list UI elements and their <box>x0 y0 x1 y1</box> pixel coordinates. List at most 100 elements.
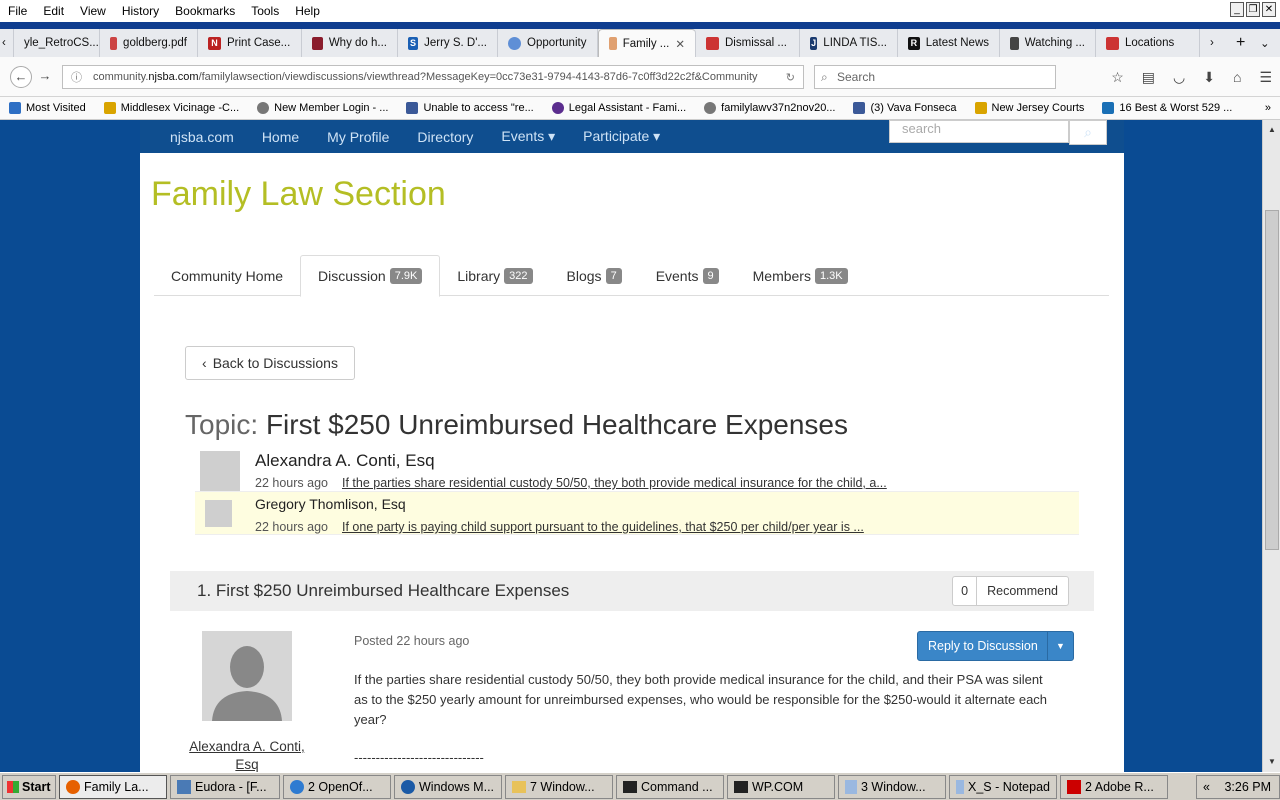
bookmark-item[interactable]: (3) Vava Fonseca <box>844 102 965 114</box>
browser-tab[interactable]: N Print Case... <box>198 29 302 57</box>
tab-scroll-left-icon[interactable]: ‹ <box>0 29 14 57</box>
menu-edit[interactable]: Edit <box>35 4 72 18</box>
tab-close-icon[interactable]: ✕ <box>675 37 685 51</box>
browser-tab[interactable]: J LINDA TIS... <box>800 29 898 57</box>
site-search-button[interactable]: ⌕ <box>1069 120 1107 145</box>
browser-tab[interactable]: Dismissal ... <box>696 29 800 57</box>
info-icon[interactable]: ⓘ <box>71 69 82 85</box>
browser-tab[interactable]: Why do h... <box>302 29 398 57</box>
taskbar-item[interactable]: Family La... <box>59 774 167 799</box>
tab-scroll-right-icon[interactable]: › <box>1200 29 1226 57</box>
thread-item[interactable]: Gregory Thomlison, Esq 22 hours ago If o… <box>195 491 1079 535</box>
tab-blogs[interactable]: Blogs 7 <box>550 255 639 296</box>
tab-members[interactable]: Members 1.3K <box>736 255 865 296</box>
bookmark-item[interactable]: Legal Assistant - Fami... <box>543 102 695 114</box>
taskbar-item[interactable]: X_S - Notepad <box>949 774 1057 799</box>
site-search-input[interactable]: search <box>889 120 1069 143</box>
caret-down-icon[interactable]: ▼ <box>1047 632 1073 660</box>
taskbar-item[interactable]: Eudora - [F... <box>170 774 280 799</box>
nav-events[interactable]: Events ▾ <box>487 128 569 145</box>
nav-home[interactable]: Home <box>248 129 313 145</box>
start-button[interactable]: Start <box>2 774 56 799</box>
browser-tab[interactable]: goldberg.pdf <box>100 29 198 57</box>
url-bar[interactable]: ⓘ community. njsba.com/familylawsection/v… <box>62 65 804 89</box>
nav-njsba[interactable]: njsba.com <box>140 129 248 145</box>
tab-library[interactable]: Library 322 <box>440 255 549 296</box>
tray-expand-icon[interactable]: « <box>1197 780 1210 794</box>
thread-snippet-link[interactable]: If one party is paying child support pur… <box>342 520 864 534</box>
thread-author[interactable]: Alexandra A. Conti, Esq <box>255 451 435 471</box>
tab-discussion[interactable]: Discussion 7.9K <box>300 255 441 297</box>
taskbar-item[interactable]: Windows M... <box>394 774 502 799</box>
menu-help[interactable]: Help <box>287 4 328 18</box>
bookmark-item[interactable]: New Member Login - ... <box>248 102 397 114</box>
pocket-icon[interactable]: ◡ <box>1173 69 1185 86</box>
close-icon[interactable]: ✕ <box>1262 2 1276 17</box>
avatar[interactable] <box>202 631 292 721</box>
menu-file[interactable]: File <box>0 4 35 18</box>
avatar[interactable] <box>200 451 240 491</box>
thread-snippet-link[interactable]: If the parties share residential custody… <box>342 476 887 490</box>
reading-list-icon[interactable]: ▤ <box>1142 69 1155 86</box>
bookmark-item[interactable]: Most Visited <box>0 102 95 114</box>
hamburger-menu-icon[interactable]: ☰ <box>1259 69 1272 86</box>
home-icon[interactable]: ⌂ <box>1233 69 1241 86</box>
menu-view[interactable]: View <box>72 4 114 18</box>
taskbar-item[interactable]: 3 Window... <box>838 774 946 799</box>
browser-search-input[interactable]: ⌕ Search <box>814 65 1056 89</box>
system-clock[interactable]: « 3:26 PM <box>1196 774 1280 799</box>
menu-tools[interactable]: Tools <box>243 4 287 18</box>
bookmark-star-icon[interactable]: ☆ <box>1111 69 1124 86</box>
bookmark-item[interactable]: Unable to access "re... <box>397 102 542 114</box>
bookmark-item[interactable]: New Jersey Courts <box>966 102 1094 114</box>
download-icon[interactable]: ⬇ <box>1203 69 1215 86</box>
start-label: Start <box>22 779 51 794</box>
avatar[interactable] <box>205 500 232 527</box>
bookmark-label: New Member Login - ... <box>274 102 389 114</box>
browser-tab[interactable]: yle_RetroCS... <box>14 29 100 57</box>
new-tab-icon[interactable]: + <box>1226 29 1250 57</box>
nav-my-profile[interactable]: My Profile <box>313 129 403 145</box>
tab-events[interactable]: Events 9 <box>639 255 736 296</box>
tab-label: yle_RetroCS... <box>24 37 99 49</box>
bookmark-item[interactable]: Middlesex Vicinage -C... <box>95 102 248 114</box>
thread-item[interactable]: Alexandra A. Conti, Esq 22 hours ago If … <box>195 447 1079 491</box>
bookmark-item[interactable]: familylawv37n2nov20... <box>695 102 844 114</box>
recommend-count: 0 <box>953 577 978 605</box>
thread-author[interactable]: Gregory Thomlison, Esq <box>255 496 406 512</box>
taskbar-item[interactable]: WP.COM <box>727 774 835 799</box>
back-arrow-icon[interactable]: ← <box>10 65 32 88</box>
message-author-link[interactable]: Alexandra A. Conti, Esq <box>180 738 314 772</box>
recommend-button[interactable]: Recommend <box>977 577 1068 605</box>
taskbar-item[interactable]: Command ... <box>616 774 724 799</box>
browser-tab[interactable]: S Jerry S. D'... <box>398 29 498 57</box>
taskbar-item[interactable]: 2 Adobe R... <box>1060 774 1168 799</box>
bookmark-item[interactable]: 16 Best & Worst 529 ... <box>1093 102 1241 114</box>
tab-list-icon[interactable]: ⌄ <box>1250 29 1270 57</box>
site-icon: J <box>810 36 818 50</box>
nav-participate[interactable]: Participate ▾ <box>569 128 674 145</box>
taskbar-item[interactable]: 2 OpenOf... <box>283 774 391 799</box>
browser-tab[interactable]: Locations <box>1096 29 1200 57</box>
menu-bookmarks[interactable]: Bookmarks <box>167 4 243 18</box>
scroll-thumb[interactable] <box>1265 210 1279 550</box>
scroll-up-icon[interactable]: ▲ <box>1263 122 1280 138</box>
browser-tab[interactable]: Watching ... <box>1000 29 1096 57</box>
nav-directory[interactable]: Directory <box>403 129 487 145</box>
forward-arrow-icon[interactable]: → <box>34 66 56 88</box>
menu-history[interactable]: History <box>114 4 167 18</box>
bookmarks-overflow-icon[interactable]: » <box>1256 102 1280 114</box>
back-to-discussions-button[interactable]: ‹ Back to Discussions <box>185 346 355 380</box>
browser-tab[interactable]: Opportunity <box>498 29 598 57</box>
reply-to-discussion-button[interactable]: Reply to Discussion ▼ <box>917 631 1074 661</box>
openoffice-icon <box>290 779 304 794</box>
taskbar-item[interactable]: 7 Window... <box>505 774 613 799</box>
reload-icon[interactable]: ↻ <box>786 71 795 84</box>
browser-tab-active[interactable]: Family ... ✕ <box>598 29 696 57</box>
browser-tab[interactable]: R Latest News <box>898 29 1000 57</box>
restore-icon[interactable]: ❐ <box>1246 2 1260 17</box>
tab-community-home[interactable]: Community Home <box>154 255 300 296</box>
minimize-icon[interactable]: _ <box>1230 2 1244 17</box>
vertical-scrollbar[interactable]: ▲ ▼ <box>1262 120 1280 772</box>
scroll-down-icon[interactable]: ▼ <box>1263 754 1280 770</box>
